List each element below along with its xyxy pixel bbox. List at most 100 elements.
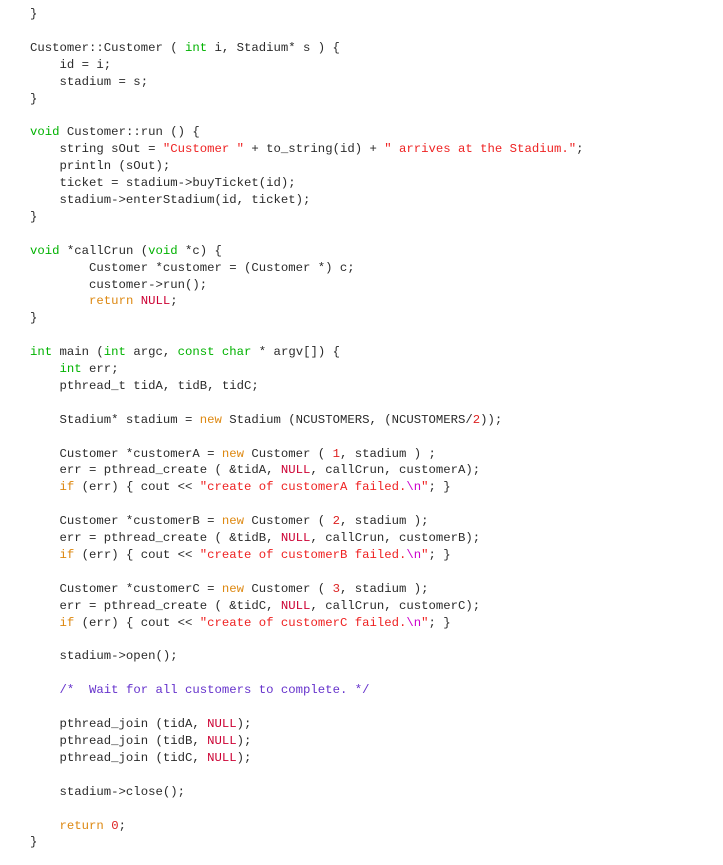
code-token-number: 3 (332, 581, 340, 596)
code-token-plain: Stadium (NCUSTOMERS, (NCUSTOMERS/ (221, 412, 473, 427)
code-token-plain: (err) { cout << (74, 480, 200, 495)
code-token-keyword-control: new (221, 581, 245, 596)
code-line: err = pthread_create ( &tidC, NULL, call… (30, 598, 723, 615)
code-token-keyword-control: if (59, 615, 75, 630)
code-token-constant-null: NULL (280, 463, 311, 478)
code-token-constant-null: NULL (140, 294, 171, 309)
code-token-plain: , callCrun, customerB); (310, 531, 481, 546)
code-line: } (30, 310, 723, 327)
code-token-plain: stadium = s; (30, 74, 149, 89)
code-token-plain: (err) { cout << (74, 548, 200, 562)
code-token-keyword-type: void (30, 125, 60, 140)
code-line: return 0; (30, 818, 723, 835)
code-line: stadium->close(); (30, 784, 723, 801)
code-token-plain: } (30, 311, 38, 326)
code-token-comment: /* Wait for all customers to complete. *… (59, 683, 370, 698)
code-token-plain: , callCrun, customerC); (310, 598, 481, 613)
code-token-plain: } (30, 91, 38, 106)
code-token-string: "create of customerC failed. (199, 615, 407, 630)
code-line: pthread_t tidA, tidB, tidC; (30, 378, 723, 395)
code-token-plain: , callCrun, customerA); (310, 463, 481, 478)
code-token-keyword-type: void (30, 243, 60, 258)
code-token-plain: Customer *customerA = (30, 446, 222, 461)
code-token-plain: err; (81, 362, 119, 377)
code-token-plain: , stadium ); (339, 514, 429, 529)
code-token-keyword-type: char (221, 345, 252, 360)
code-token-keyword-type: int (103, 345, 126, 360)
code-token-keyword-type: int (30, 345, 53, 360)
code-line: Customer *customerA = new Customer ( 1, … (30, 446, 723, 463)
code-token-plain: * argv[]) { (251, 345, 340, 360)
code-line: println (sOut); (30, 158, 723, 175)
code-token-keyword-type: void (148, 243, 178, 258)
code-line: void Customer::run () { (30, 124, 723, 141)
code-token-constant-null: NULL (207, 750, 237, 765)
code-token-string: "create of customerB failed. (199, 548, 407, 562)
code-token-keyword-control: new (221, 514, 245, 529)
code-token-plain: + to_string(id) + (244, 142, 385, 157)
code-token-plain: customer->run(); (30, 277, 208, 292)
code-line: if (err) { cout << "create of customerC … (30, 615, 723, 632)
code-line: if (err) { cout << "create of customerB … (30, 547, 723, 564)
code-token-plain: pthread_join (tidC, (30, 750, 208, 765)
code-line: id = i; (30, 57, 723, 74)
code-token-plain: ticket = stadium->buyTicket(id); (30, 176, 296, 191)
code-token-plain: , stadium ) ; (339, 446, 436, 461)
code-line: pthread_join (tidB, NULL); (30, 733, 723, 750)
code-token-plain: argc, (125, 345, 178, 360)
code-token-string: " (421, 615, 429, 630)
code-token-plain: Customer *customerC = (30, 581, 222, 596)
code-token-plain: )); (480, 412, 503, 427)
code-token-plain: ; } (428, 615, 451, 630)
code-token-plain: i, Stadium* s ) { (207, 40, 340, 55)
code-line: stadium = s; (30, 74, 723, 91)
code-line: Customer *customer = (Customer *) c; (30, 260, 723, 277)
code-line: return NULL; (30, 293, 723, 310)
code-token-plain: ); (236, 750, 252, 765)
code-token-plain: Customer ( (244, 446, 333, 461)
code-line: stadium->open(); (30, 648, 723, 665)
code-token-keyword-control: new (199, 412, 222, 427)
code-token-plain: ); (236, 733, 252, 748)
code-token-plain: err = pthread_create ( &tidA, (30, 463, 281, 478)
code-listing[interactable]: } Customer::Customer ( int i, Stadium* s… (0, 0, 723, 865)
code-line: Stadium* stadium = new Stadium (NCUSTOME… (30, 412, 723, 429)
code-token-plain: *c) { (177, 243, 222, 258)
code-token-keyword-control: return (59, 818, 104, 833)
code-token-plain: id = i; (30, 57, 112, 72)
code-token-plain: Customer::run () { (59, 125, 200, 140)
code-token-plain: err = pthread_create ( &tidC, (30, 598, 281, 613)
code-token-escape: \n (406, 480, 422, 495)
code-token-plain: pthread_join (tidA, (30, 717, 208, 732)
code-line: if (err) { cout << "create of customerA … (30, 479, 723, 496)
code-token-keyword-type: int (59, 362, 82, 377)
code-token-string: " (421, 548, 429, 562)
code-line: pthread_join (tidC, NULL); (30, 750, 723, 767)
code-token-keyword-control: return (89, 294, 134, 309)
code-token-plain: Customer::Customer ( (30, 40, 185, 55)
code-token-plain: Stadium* stadium = (30, 412, 200, 427)
code-token-plain: main ( (52, 345, 104, 360)
code-token-plain: pthread_join (tidB, (30, 733, 208, 748)
code-token-string: " (421, 480, 429, 495)
code-line: /* Wait for all customers to complete. *… (30, 682, 723, 699)
code-token-constant-null: NULL (207, 717, 237, 732)
code-token-plain: ; } (428, 548, 451, 562)
code-line: } (30, 209, 723, 226)
code-token-plain: *callCrun ( (59, 243, 149, 258)
code-line: } (30, 6, 723, 23)
code-token-plain: stadium->enterStadium(id, ticket); (30, 192, 311, 207)
code-line: } (30, 91, 723, 108)
